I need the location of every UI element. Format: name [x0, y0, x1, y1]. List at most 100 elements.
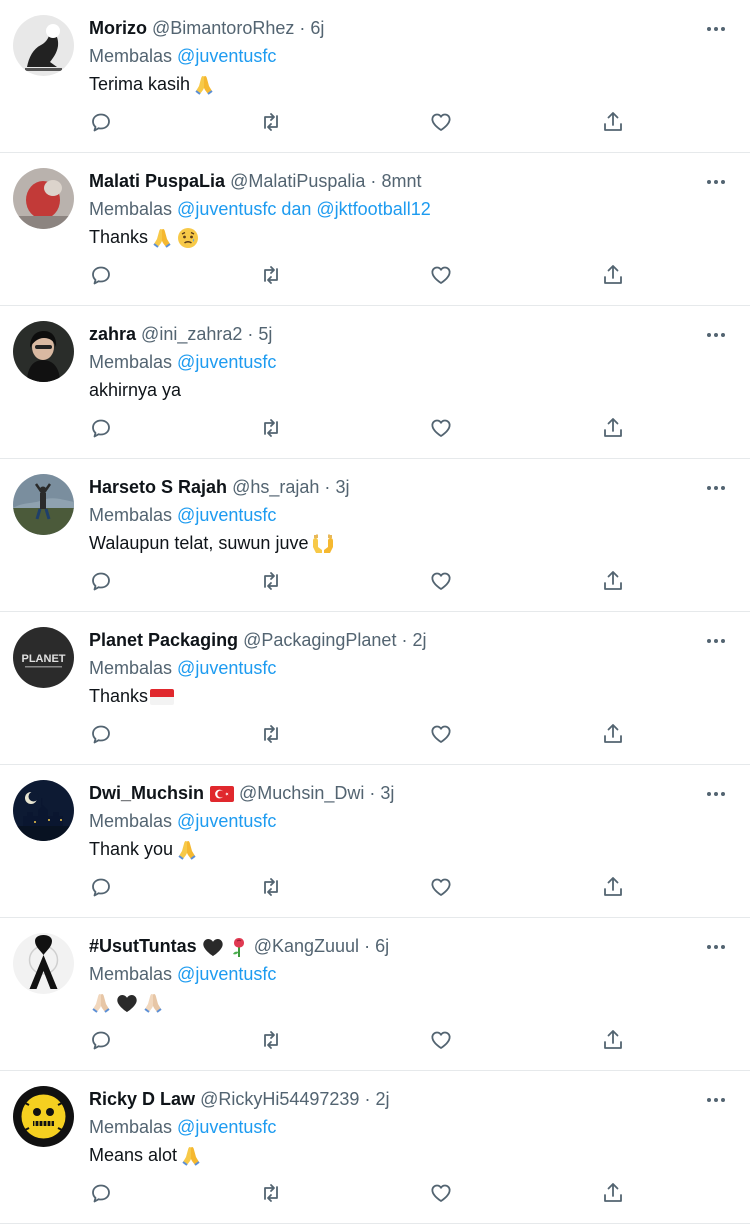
reply-prefix: Membalas [89, 658, 173, 678]
more-options-icon[interactable] [702, 477, 730, 499]
timestamp[interactable]: 5j [258, 324, 272, 344]
open-hands-icon [310, 532, 336, 556]
mention-link[interactable]: @juventusfc dan @jktfootball12 [177, 199, 431, 219]
avatar[interactable] [13, 15, 74, 76]
mention-link[interactable]: @juventusfc [177, 352, 276, 372]
display-name[interactable]: Planet Packaging [89, 630, 238, 650]
like-icon[interactable] [429, 722, 453, 746]
more-options-icon[interactable] [702, 18, 730, 40]
retweet-icon[interactable] [259, 263, 283, 287]
share-icon[interactable] [601, 569, 625, 593]
user-handle[interactable]: @ini_zahra2 [141, 324, 242, 344]
like-icon[interactable] [429, 416, 453, 440]
retweet-icon[interactable] [259, 110, 283, 134]
user-handle[interactable]: @hs_rajah [232, 477, 319, 497]
like-icon[interactable] [429, 569, 453, 593]
like-icon[interactable] [429, 1181, 453, 1205]
tweet-reply[interactable]: Harseto S Rajah @hs_rajah · 3j Membalas @… [0, 459, 750, 612]
more-options-icon[interactable] [702, 630, 730, 652]
reply-icon[interactable] [89, 263, 113, 287]
display-name[interactable]: Morizo [89, 18, 147, 38]
timestamp[interactable]: 6j [375, 936, 389, 956]
more-options-icon[interactable] [702, 783, 730, 805]
avatar[interactable]: PLANET [13, 627, 74, 688]
tweet-reply[interactable]: Dwi_Muchsin @Muchsin_Dwi · 3j Membalas @j… [0, 765, 750, 918]
timestamp[interactable]: 2j [375, 1089, 389, 1109]
like-icon[interactable] [429, 875, 453, 899]
mention-link[interactable]: @juventusfc [177, 505, 276, 525]
mention-link[interactable]: @juventusfc [177, 46, 276, 66]
tweet-reply[interactable]: Malati PuspaLia @MalatiPuspalia · 8mnt Me… [0, 153, 750, 306]
retweet-icon[interactable] [259, 569, 283, 593]
timestamp[interactable]: 3j [380, 783, 394, 803]
sad-face-icon [176, 226, 200, 250]
tweet-text: Walaupun telat, suwun juve [89, 529, 690, 557]
tweet-reply[interactable]: zahra @ini_zahra2 · 5j Membalas @juventus… [0, 306, 750, 459]
tweet-header: #UsutTuntas @KangZuuul · 6j [89, 932, 690, 960]
user-handle[interactable]: @PackagingPlanet [243, 630, 396, 650]
separator-dot: · [364, 936, 371, 956]
avatar[interactable] [13, 1086, 74, 1147]
more-options-icon[interactable] [702, 1089, 730, 1111]
retweet-icon[interactable] [259, 1181, 283, 1205]
like-icon[interactable] [429, 110, 453, 134]
display-name[interactable]: #UsutTuntas [89, 936, 197, 956]
retweet-icon[interactable] [259, 875, 283, 899]
tweet-reply[interactable]: Morizo @BimantoroRhez · 6j Membalas @juve… [0, 0, 750, 153]
share-icon[interactable] [601, 1181, 625, 1205]
like-icon[interactable] [429, 263, 453, 287]
avatar[interactable] [13, 474, 74, 535]
reply-icon[interactable] [89, 875, 113, 899]
display-name[interactable]: Malati PuspaLia [89, 171, 225, 191]
tweet-reply[interactable]: Ricky D Law @RickyHi54497239 · 2j Membala… [0, 1071, 750, 1224]
more-options-icon[interactable] [702, 936, 730, 958]
timestamp[interactable]: 8mnt [381, 171, 421, 191]
reply-context: Membalas @juventusfc [89, 1113, 690, 1141]
more-options-icon[interactable] [702, 324, 730, 346]
tweet-actions [89, 722, 649, 752]
share-icon[interactable] [601, 110, 625, 134]
share-icon[interactable] [601, 722, 625, 746]
tweet-header: zahra @ini_zahra2 · 5j [89, 320, 690, 348]
more-options-icon[interactable] [702, 171, 730, 193]
avatar[interactable] [13, 933, 74, 994]
reply-icon[interactable] [89, 110, 113, 134]
tweet-reply[interactable]: PLANET Planet Packaging @PackagingPlanet … [0, 612, 750, 765]
mention-link[interactable]: @juventusfc [177, 811, 276, 831]
mention-link[interactable]: @juventusfc [177, 1117, 276, 1137]
share-icon[interactable] [601, 416, 625, 440]
user-handle[interactable]: @BimantoroRhez [152, 18, 294, 38]
retweet-icon[interactable] [259, 722, 283, 746]
mention-link[interactable]: @juventusfc [177, 658, 276, 678]
user-handle[interactable]: @Muchsin_Dwi [239, 783, 364, 803]
reply-icon[interactable] [89, 416, 113, 440]
folded-hands-icon [175, 838, 199, 862]
timestamp[interactable]: 6j [310, 18, 324, 38]
user-handle[interactable]: @KangZuuul [254, 936, 359, 956]
mention-link[interactable]: @juventusfc [177, 964, 276, 984]
share-icon[interactable] [601, 1028, 625, 1052]
like-icon[interactable] [429, 1028, 453, 1052]
user-handle[interactable]: @RickyHi54497239 [200, 1089, 359, 1109]
share-icon[interactable] [601, 263, 625, 287]
reply-icon[interactable] [89, 1028, 113, 1052]
retweet-icon[interactable] [259, 416, 283, 440]
reply-icon[interactable] [89, 722, 113, 746]
timestamp[interactable]: 3j [335, 477, 349, 497]
reply-feed: Morizo @BimantoroRhez · 6j Membalas @juve… [0, 0, 750, 1224]
avatar[interactable] [13, 780, 74, 841]
display-name[interactable]: Dwi_Muchsin [89, 783, 204, 803]
user-handle[interactable]: @MalatiPuspalia [230, 171, 365, 191]
reply-icon[interactable] [89, 1181, 113, 1205]
timestamp[interactable]: 2j [412, 630, 426, 650]
display-name[interactable]: zahra [89, 324, 136, 344]
display-name[interactable]: Ricky D Law [89, 1089, 195, 1109]
tweet-text: Means alot [89, 1141, 690, 1169]
tweet-reply[interactable]: #UsutTuntas @KangZuuul · 6j Membalas @juv… [0, 918, 750, 1071]
reply-icon[interactable] [89, 569, 113, 593]
avatar[interactable] [13, 168, 74, 229]
retweet-icon[interactable] [259, 1028, 283, 1052]
avatar[interactable] [13, 321, 74, 382]
share-icon[interactable] [601, 875, 625, 899]
display-name[interactable]: Harseto S Rajah [89, 477, 227, 497]
